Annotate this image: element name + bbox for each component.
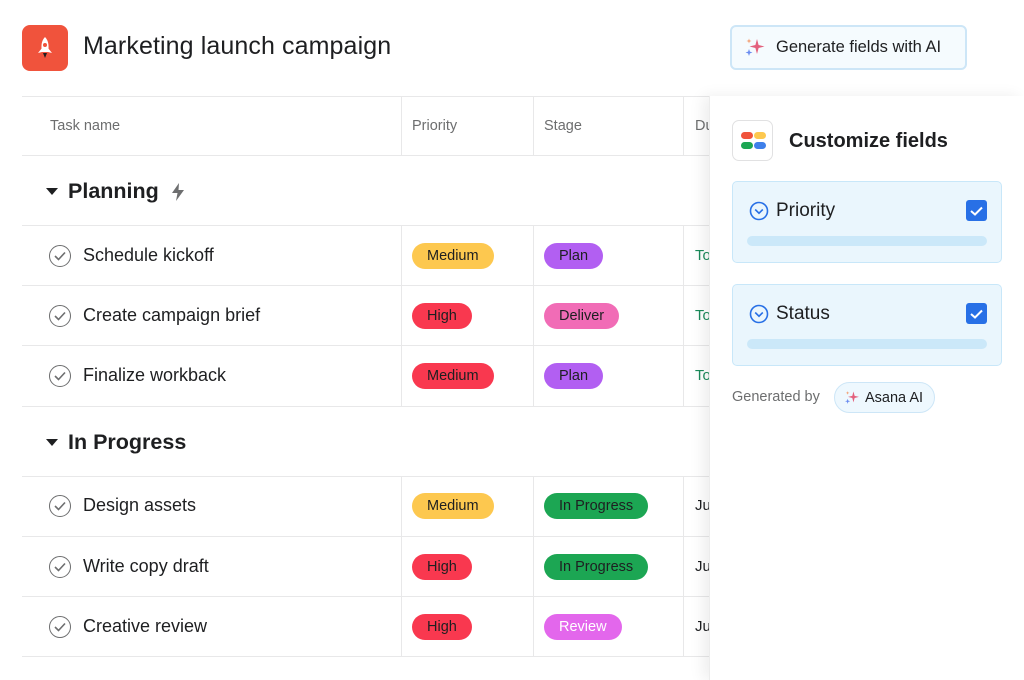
complete-check-icon[interactable]	[49, 556, 71, 578]
task-name[interactable]: Design assets	[83, 495, 196, 516]
table-row[interactable]: Creative review High Review Ju	[22, 597, 722, 657]
task-name[interactable]: Creative review	[83, 616, 207, 637]
divider	[683, 226, 684, 406]
stage-badge[interactable]: In Progress	[544, 554, 649, 580]
section-in-progress[interactable]: In Progress	[46, 430, 186, 455]
generate-fields-label: Generate fields with AI	[776, 38, 942, 56]
stage-badge[interactable]: Plan	[544, 363, 604, 389]
stage-badge[interactable]: Review	[544, 614, 622, 640]
priority-badge[interactable]: Medium	[412, 493, 494, 519]
field-placeholder-bar	[747, 339, 987, 349]
task-name[interactable]: Create campaign brief	[83, 305, 260, 326]
divider	[533, 96, 534, 156]
field-checkbox[interactable]	[966, 200, 987, 221]
divider	[533, 226, 534, 406]
section-title: In Progress	[68, 430, 187, 454]
complete-check-icon[interactable]	[49, 495, 71, 517]
caret-down-icon[interactable]	[46, 188, 58, 195]
field-name: Priority	[776, 200, 836, 221]
field-placeholder-bar	[747, 236, 987, 246]
chevron-circle-icon	[749, 304, 769, 324]
complete-check-icon[interactable]	[49, 365, 71, 387]
complete-check-icon[interactable]	[49, 305, 71, 327]
stage-badge[interactable]: In Progress	[544, 493, 649, 519]
fields-icon	[732, 120, 773, 161]
generated-by-label: Generated by	[732, 389, 820, 405]
divider	[22, 96, 722, 97]
section-planning[interactable]: Planning	[46, 179, 187, 204]
chevron-circle-icon	[749, 201, 769, 221]
page-title: Marketing launch campaign	[83, 32, 392, 60]
caret-down-icon[interactable]	[46, 439, 58, 446]
sparkle-icon	[845, 390, 859, 404]
table-row[interactable]: Design assets Medium In Progress Ju	[22, 476, 722, 536]
panel-title: Customize fields	[789, 130, 948, 152]
field-card-priority[interactable]: Priority	[732, 181, 1002, 263]
column-header-task-name[interactable]: Task name	[50, 118, 120, 134]
lightning-icon	[171, 182, 184, 201]
divider	[683, 476, 684, 657]
divider	[533, 476, 534, 657]
divider	[401, 476, 402, 657]
priority-badge[interactable]: High	[412, 554, 472, 580]
divider	[22, 406, 722, 407]
divider	[683, 96, 684, 156]
stage-badge[interactable]: Deliver	[544, 303, 620, 329]
field-name: Status	[776, 303, 830, 324]
complete-check-icon[interactable]	[49, 245, 71, 267]
column-header-priority[interactable]: Priority	[412, 118, 457, 134]
complete-check-icon[interactable]	[49, 616, 71, 638]
divider	[401, 96, 402, 156]
generate-fields-button[interactable]: Generate fields with AI	[730, 25, 967, 70]
asana-ai-chip[interactable]: Asana AI	[834, 382, 936, 413]
table-row[interactable]: Finalize workback Medium Plan To	[22, 346, 722, 406]
priority-badge[interactable]: High	[412, 614, 472, 640]
divider	[401, 226, 402, 406]
sparkle-icon	[745, 38, 765, 56]
divider	[22, 656, 722, 657]
project-icon	[22, 25, 68, 71]
priority-badge[interactable]: Medium	[412, 363, 494, 389]
divider	[22, 155, 722, 156]
priority-badge[interactable]: High	[412, 303, 472, 329]
table-row[interactable]: Write copy draft High In Progress Ju	[22, 537, 722, 597]
column-header-stage[interactable]: Stage	[544, 118, 582, 134]
customize-fields-panel: Customize fields Priority Status Generat…	[709, 96, 1024, 680]
rocket-icon	[38, 37, 52, 58]
asana-ai-label: Asana AI	[865, 389, 924, 406]
table-row[interactable]: Schedule kickoff Medium Plan To	[22, 226, 722, 286]
task-name[interactable]: Write copy draft	[83, 556, 209, 577]
field-card-status[interactable]: Status	[732, 284, 1002, 366]
table-row[interactable]: Create campaign brief High Deliver To	[22, 286, 722, 346]
task-table: Task name Priority Stage Du Planning Sch…	[22, 96, 722, 680]
section-title: Planning	[68, 179, 159, 203]
priority-badge[interactable]: Medium	[412, 243, 494, 269]
stage-badge[interactable]: Plan	[544, 243, 604, 269]
task-name[interactable]: Schedule kickoff	[83, 245, 214, 266]
task-name[interactable]: Finalize workback	[83, 365, 226, 386]
field-checkbox[interactable]	[966, 303, 987, 324]
